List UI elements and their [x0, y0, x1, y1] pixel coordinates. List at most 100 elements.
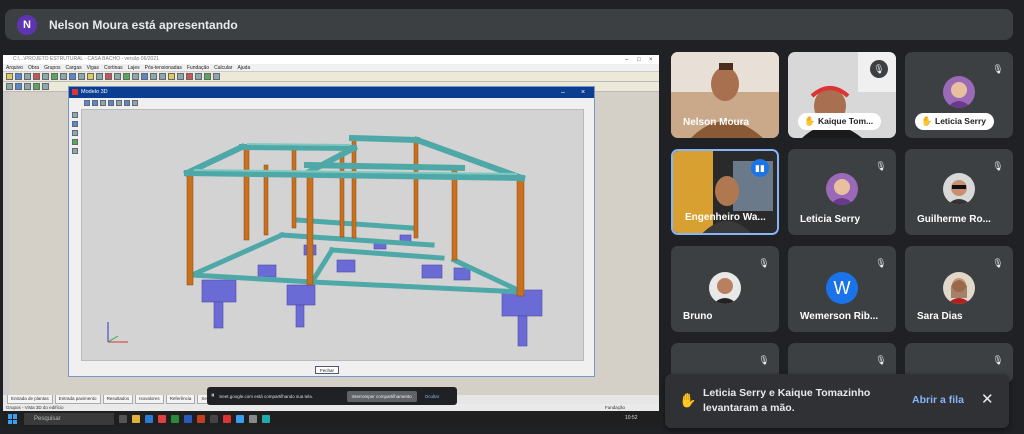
menu-item[interactable]: Pós-tensionadas [145, 64, 182, 71]
app-icon[interactable] [210, 415, 218, 423]
app-tab[interactable]: Isovalores [135, 395, 164, 404]
tool-icon[interactable] [195, 73, 202, 80]
tool-icon[interactable] [33, 73, 40, 80]
status-left: Grupos - Vista 3D do edifício [6, 405, 64, 410]
zoom-out-icon[interactable] [92, 99, 98, 106]
chrome-icon[interactable] [158, 415, 166, 423]
tool-icon[interactable] [204, 73, 211, 80]
menu-item[interactable]: Grupos [44, 64, 60, 71]
tool-icon[interactable] [124, 99, 130, 106]
participant-tile[interactable]: Nelson Moura [671, 52, 779, 138]
tool-icon[interactable] [159, 73, 166, 80]
excel-icon[interactable] [171, 415, 179, 423]
open-queue-button[interactable]: Abrir a fila [912, 394, 964, 406]
axis-icon[interactable] [72, 112, 78, 118]
app-icon[interactable] [249, 415, 257, 423]
file-explorer-icon[interactable] [132, 415, 140, 423]
stop-sharing-button[interactable]: Interromper compartilhamento [346, 390, 417, 402]
menu-item[interactable]: Lajes [128, 64, 140, 71]
tool-icon[interactable] [123, 73, 130, 80]
tool-icon[interactable] [51, 73, 58, 80]
zoom-window-icon[interactable] [100, 99, 106, 106]
column [451, 169, 458, 261]
status-right: Fundação [605, 405, 626, 410]
tool-icon[interactable] [72, 139, 78, 145]
close-icon[interactable]: × [581, 87, 585, 98]
menu-item[interactable]: Ajuda [237, 64, 250, 71]
tool-icon[interactable] [24, 83, 31, 90]
tool-icon[interactable] [60, 73, 67, 80]
save-icon[interactable] [15, 73, 22, 80]
avatar: W [826, 272, 858, 304]
app-icon[interactable] [236, 415, 244, 423]
word-icon[interactable] [184, 415, 192, 423]
tool-icon[interactable] [132, 73, 139, 80]
taskbar-search[interactable]: Pesquisar [24, 413, 114, 425]
tool-icon[interactable] [87, 73, 94, 80]
menu-item[interactable]: Arquivo [6, 64, 23, 71]
app-icon[interactable] [223, 415, 231, 423]
participant-tile[interactable]: 🎙 Sara Dias [905, 246, 1013, 332]
tool-icon[interactable] [78, 73, 85, 80]
tool-icon[interactable] [6, 83, 13, 90]
app-tab[interactable]: Entrada pavimento [54, 395, 101, 404]
tool-icon[interactable] [150, 73, 157, 80]
edge-icon[interactable] [145, 415, 153, 423]
maximize-icon[interactable]: □ [637, 56, 641, 65]
participant-tile[interactable]: 🎙 Bruno [671, 246, 779, 332]
presenter-avatar: N [17, 14, 37, 35]
model-3d-viewport[interactable] [81, 109, 584, 361]
participant-tile[interactable]: 🎙 Leticia Serry [788, 149, 896, 235]
app-tab[interactable]: Entrada de plantas [7, 395, 53, 404]
menu-item[interactable]: Calcular [214, 64, 232, 71]
minimize-icon[interactable]: – [561, 87, 565, 98]
tool-icon[interactable] [141, 73, 148, 80]
open-icon[interactable] [6, 73, 13, 80]
tool-icon[interactable] [33, 83, 40, 90]
footing [453, 267, 471, 281]
close-icon[interactable]: × [649, 56, 653, 65]
tool-icon[interactable] [69, 73, 76, 80]
app-tab[interactable]: Referência [165, 395, 196, 404]
pause-icon: ⏸ [211, 392, 215, 399]
tool-icon[interactable] [186, 73, 193, 80]
hide-share-bar-button[interactable]: Ocultar [425, 394, 440, 399]
tool-icon[interactable] [42, 83, 49, 90]
close-icon[interactable]: ✕ [981, 390, 994, 408]
model-close-button[interactable]: Fechar [315, 366, 339, 374]
tool-icon[interactable] [132, 99, 138, 106]
column [516, 177, 525, 297]
zoom-in-icon[interactable] [84, 99, 90, 106]
menu-item[interactable]: Cargas [65, 64, 81, 71]
column [306, 172, 314, 286]
chevron-up-icon[interactable] [72, 148, 78, 154]
tool-icon[interactable] [42, 73, 49, 80]
pan-icon[interactable] [108, 99, 114, 106]
windows-start-icon[interactable] [8, 414, 18, 424]
tool-icon[interactable] [177, 73, 184, 80]
task-view-icon[interactable] [119, 415, 127, 423]
app-tab[interactable]: Resultados [102, 395, 134, 404]
powerpoint-icon[interactable] [197, 415, 205, 423]
menu-item[interactable]: Fundação [187, 64, 209, 71]
minimize-icon[interactable]: – [625, 56, 628, 65]
menu-item[interactable]: Obra [28, 64, 39, 71]
tool-icon[interactable] [213, 73, 220, 80]
tool-icon[interactable] [105, 73, 112, 80]
tool-icon[interactable] [24, 73, 31, 80]
tool-icon[interactable] [96, 73, 103, 80]
tool-icon[interactable] [72, 130, 78, 136]
tool-icon[interactable] [114, 73, 121, 80]
participant-tile[interactable]: ▮▮ Engenheiro Wa... [671, 149, 779, 235]
tool-icon[interactable] [15, 83, 22, 90]
participant-tile[interactable]: 🎙 Guilherme Ro... [905, 149, 1013, 235]
participant-tile[interactable]: 🎙 W Wemerson Rib... [788, 246, 896, 332]
tool-icon[interactable] [72, 121, 78, 127]
participant-tile[interactable]: 🎙 ✋ Kaique Tom... [788, 52, 896, 138]
tool-icon[interactable] [168, 73, 175, 80]
menu-item[interactable]: Vigas [87, 64, 99, 71]
tool-icon[interactable] [116, 99, 122, 106]
menu-item[interactable]: Cortinas [104, 64, 123, 71]
app-icon[interactable] [262, 415, 270, 423]
participant-tile[interactable]: 🎙 ✋ Leticia Serry [905, 52, 1013, 138]
